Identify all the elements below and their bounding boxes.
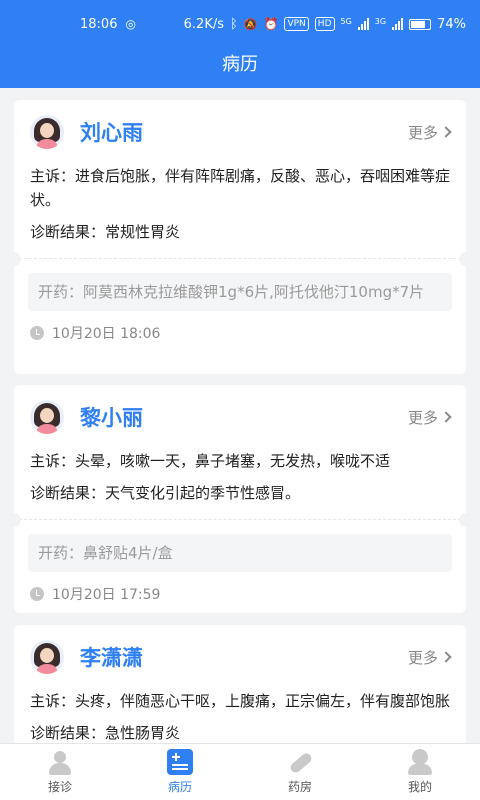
avatar [30,400,64,434]
profile-icon [407,749,433,775]
pill-icon [287,749,314,775]
app-header: 18:06 ◎ 6.2K/s ᛒ 🔕 ⏰ VPN HD 5G 3G 74% 病历 [0,0,480,88]
divider [7,252,473,266]
signal-icon [357,18,369,30]
more-button[interactable]: 更多 [408,647,452,668]
record-card[interactable]: 刘心雨 更多 主诉：进食后饱胀，伴有阵阵剧痛，反酸、恶心，吞咽困难等症状。 诊断… [7,100,473,374]
battery-level: 74% [437,16,466,32]
battery-icon [409,18,432,30]
record-card[interactable]: 黎小丽 更多 主诉：头晕，咳嗽一天，鼻子堵塞，无发热，喉咙不适 诊断结果：天气变… [7,385,473,613]
record-list[interactable]: 刘心雨 更多 主诉：进食后饱胀，伴有阵阵剧痛，反酸、恶心，吞咽困难等症状。 诊断… [0,88,480,743]
network-speed: 6.2K/s [183,16,224,32]
patient-name: 李潇潇 [80,646,143,670]
status-time: 18:06 [80,16,118,32]
alarm-icon: ⏰ [263,17,279,31]
patient-name: 刘心雨 [80,121,143,145]
patient-name: 黎小丽 [80,406,143,430]
diagnosis-text: 诊断结果：常规性胃炎 [30,223,181,241]
diagnosis-text: 诊断结果：急性肠胃炎 [30,724,181,742]
more-button[interactable]: 更多 [408,407,452,428]
clock-icon [30,326,44,340]
prescription-text: 开药：鼻舒贴4片/盒 [28,534,452,572]
record-card[interactable]: 李潇潇 更多 主诉：头疼，伴随恶心干呕，上腹痛，正宗偏左，伴有腹部饱胀 诊断结果… [14,625,466,743]
signal-5g-label: 5G [340,16,352,26]
vpn-badge: VPN [284,17,309,31]
doctor-icon [47,749,73,775]
bluetooth-icon: ᛒ [230,16,238,32]
netease-icon: ◎ [125,17,136,31]
nav-item-profile[interactable]: 我的 [360,744,480,800]
signal-3g-label: 3G [374,16,387,26]
complaint-text: 主诉：进食后饱胀，伴有阵阵剧痛，反酸、恶心，吞咽困难等症状。 [30,167,451,209]
complaint-text: 主诉：头疼，伴随恶心干呕，上腹痛，正宗偏左，伴有腹部饱胀 [30,692,451,710]
record-time: 10月20日 18:06 [14,323,466,343]
status-bar: 18:06 ◎ 6.2K/s ᛒ 🔕 ⏰ VPN HD 5G 3G 74% [0,0,480,48]
diagnosis-text: 诊断结果：天气变化引起的季节性感冒。 [30,484,301,502]
medical-record-icon [167,749,193,775]
avatar [30,640,64,674]
page-title: 病历 [222,54,258,75]
avatar [30,115,64,149]
mute-icon: 🔕 [243,17,258,31]
chevron-right-icon [440,126,452,138]
signal-icon-2 [392,18,404,30]
hd-badge: HD [314,17,335,31]
more-button[interactable]: 更多 [408,122,452,143]
prescription-text: 开药：阿莫西林克拉维酸钾1g*6片,阿托伐他汀10mg*7片 [28,273,452,311]
divider [7,513,473,527]
chevron-right-icon [440,651,452,663]
chevron-right-icon [440,411,452,423]
clock-icon [30,587,44,601]
bottom-nav: 接诊 病历 药房 我的 [0,743,480,800]
record-time: 10月20日 17:59 [14,584,466,604]
nav-item-pharmacy[interactable]: 药房 [240,744,360,800]
nav-item-records[interactable]: 病历 [120,744,240,800]
nav-item-reception[interactable]: 接诊 [0,744,120,800]
complaint-text: 主诉：头晕，咳嗽一天，鼻子堵塞，无发热，喉咙不适 [30,452,391,470]
